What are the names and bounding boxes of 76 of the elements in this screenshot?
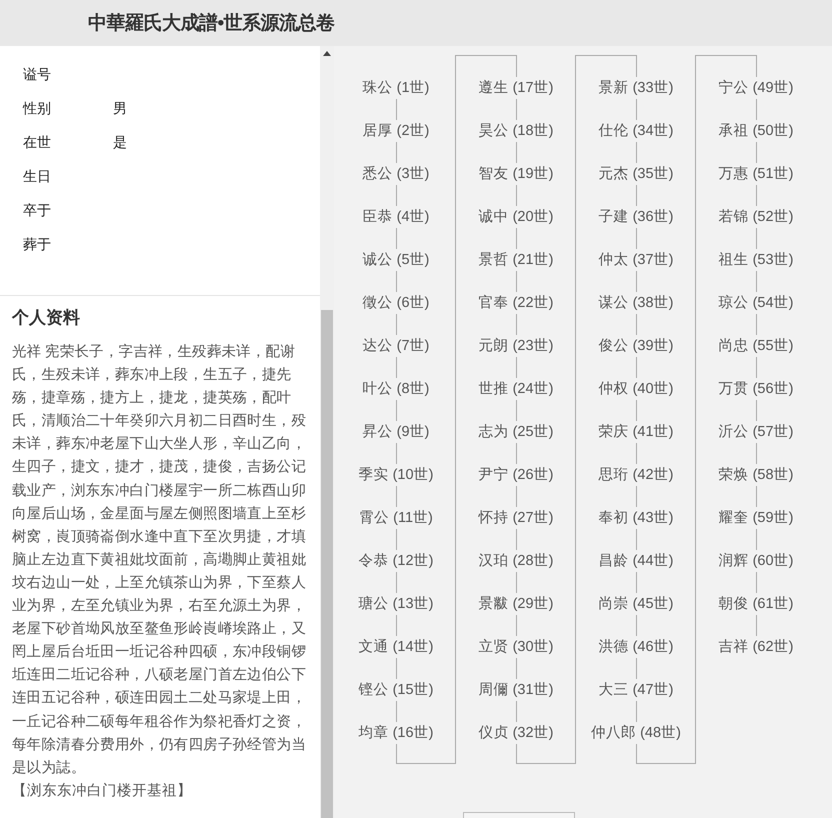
scrollbar-thumb[interactable] [321,310,333,818]
ancestor-node[interactable]: 尚忠 (55世) [718,336,794,356]
ancestor-node[interactable]: 季实 (10世) [358,465,434,485]
section-heading: 个人资料 [12,307,81,329]
ancestor-node[interactable]: 昇公 (9世) [362,422,430,442]
biography-text: 光祥 宪荣长子，字吉祥，生殁葬未详，配谢氏，生殁未详，葬东冲上段，生五子，捷先殇，捷章殇，捷方上，捷龙，捷英殇，配叶氏，清顺治二十年癸卯六月初二日酉时生，殁未详，葬东冲老屋下山大坐人形，辛山乙向，生四子，捷文，捷才，捷茂，捷俊，吉扬公记载业产，浏东东冲白门楼屋宇一所二栋酉山卯向屋后山场，金星面与屋左侧照图墙直上至杉树窝，崀顶骑崙倒水逢中直下至次男捷，才填脑止左边直下黄祖妣坟面前，高墈脚止黄祖妣坟右边山一处，上至允镇茶山为界，下至蔡人业为界，左至允镇业为界，右至允源土为界，老屋下砂首坳风放至鳌鱼形岭崀嵴埃路止，又罔上屋后台坵田一坵记谷种四硕，东冲段铜锣坵连田二坵记谷种，八硕老屋门首左边伯公下连田五记谷种，硕连田园土二处马家堤上田，一丘记谷种二硕每年租谷作为祭祀香灯之资，每年除清春分费用外，仍有四房子孙经管为当是以为誌。 [12,342,308,778]
field-label: 卒于 [23,202,52,220]
ancestor-node[interactable]: 徵公 (6世) [362,293,430,313]
ancestor-node[interactable]: 叶公 (8世) [362,379,430,399]
ancestor-node[interactable]: 尚崇 (45世) [598,594,674,614]
ancestor-node[interactable]: 吉祥 (62世) [718,637,794,657]
field-label: 生日 [23,168,52,186]
ancestor-node[interactable]: 沂公 (57世) [718,422,794,442]
field-value: 是 [113,134,127,152]
ancestor-node[interactable]: 怀持 (27世) [478,508,554,528]
ancestor-node[interactable]: 诚公 (5世) [362,250,430,270]
ancestor-node[interactable]: 汉珀 (28世) [478,551,554,571]
ancestor-node[interactable]: 达公 (7世) [362,336,430,356]
field-label: 在世 [23,134,52,152]
field-label: 谥号 [23,66,52,84]
ancestor-node[interactable]: 思珩 (42世) [598,465,674,485]
ancestor-node[interactable]: 铿公 (15世) [358,680,434,700]
ancestor-node[interactable]: 耀奎 (59世) [718,508,794,528]
ancestor-node[interactable]: 景哲 (21世) [478,250,554,270]
ancestor-node[interactable]: 仲权 (40世) [598,379,674,399]
ancestor-node[interactable]: 谋公 (38世) [598,293,674,313]
ancestor-node[interactable]: 珠公 (1世) [362,78,430,98]
ancestor-node[interactable]: 荣焕 (58世) [718,465,794,485]
ancestor-node[interactable]: 仕伦 (34世) [598,121,674,141]
biography-note: 【浏东东冲白门楼开基祖】 [12,782,193,801]
ancestor-node[interactable]: 奉初 (43世) [598,508,674,528]
ancestor-node[interactable]: 仲八郎 (48世) [591,723,681,743]
ancestor-node[interactable]: 臣恭 (4世) [362,207,430,227]
ancestor-node[interactable]: 荣庆 (41世) [598,422,674,442]
ancestor-node[interactable]: 均章 (16世) [358,723,434,743]
ancestor-node[interactable]: 子建 (36世) [598,207,674,227]
ancestor-node[interactable]: 居厚 (2世) [362,121,430,141]
ancestor-node[interactable]: 万贯 (56世) [718,379,794,399]
ancestor-node[interactable]: 祖生 (53世) [718,250,794,270]
field-value: 男 [113,100,127,118]
ancestor-node[interactable]: 元朗 (23世) [478,336,554,356]
ancestor-node[interactable]: 琼公 (54世) [718,293,794,313]
scroll-up-arrow-icon[interactable] [323,51,331,56]
field-label: 性别 [23,100,52,118]
ancestor-node[interactable]: 立贤 (30世) [478,637,554,657]
ancestor-node[interactable]: 文通 (14世) [358,637,434,657]
ancestor-node[interactable]: 宁公 (49世) [718,78,794,98]
ancestor-node[interactable]: 元杰 (35世) [598,164,674,184]
ancestor-node[interactable]: 景黻 (29世) [478,594,554,614]
ancestor-node[interactable]: 官奉 (22世) [478,293,554,313]
ancestor-node[interactable]: 世推 (24世) [478,379,554,399]
ancestor-node[interactable]: 若锦 (52世) [718,207,794,227]
ancestor-node[interactable]: 万惠 (51世) [718,164,794,184]
ancestor-node[interactable]: 志为 (25世) [478,422,554,442]
ancestor-node[interactable]: 遵生 (17世) [478,78,554,98]
ancestor-node[interactable]: 润辉 (60世) [718,551,794,571]
ancestor-node[interactable]: 仲太 (37世) [598,250,674,270]
ancestor-node[interactable]: 昊公 (18世) [478,121,554,141]
ancestor-node[interactable]: 仪贞 (32世) [478,723,554,743]
ancestor-node[interactable]: 承祖 (50世) [718,121,794,141]
ancestor-node[interactable]: 瑭公 (13世) [358,594,434,614]
ancestor-node[interactable]: 尹宁 (26世) [478,465,554,485]
ancestor-node[interactable]: 景新 (33世) [598,78,674,98]
ancestor-node[interactable]: 诚中 (20世) [478,207,554,227]
ancestor-node[interactable]: 大三 (47世) [598,680,674,700]
ancestor-node[interactable]: 霄公 (11世) [359,508,433,528]
ancestor-node[interactable]: 俊公 (39世) [598,336,674,356]
ancestor-node[interactable]: 周儞 (31世) [478,680,554,700]
ancestor-node[interactable]: 昌龄 (44世) [598,551,674,571]
field-label: 葬于 [23,236,52,254]
ancestor-node[interactable]: 洪德 (46世) [598,637,674,657]
ancestor-node[interactable]: 令恭 (12世) [358,551,434,571]
ancestor-node[interactable]: 悉公 (3世) [362,164,430,184]
ancestor-node[interactable]: 智友 (19世) [478,164,554,184]
page-title: 中華羅氏大成譜•世系源流总卷 [88,12,335,36]
ancestor-node[interactable]: 朝俊 (61世) [718,594,794,614]
